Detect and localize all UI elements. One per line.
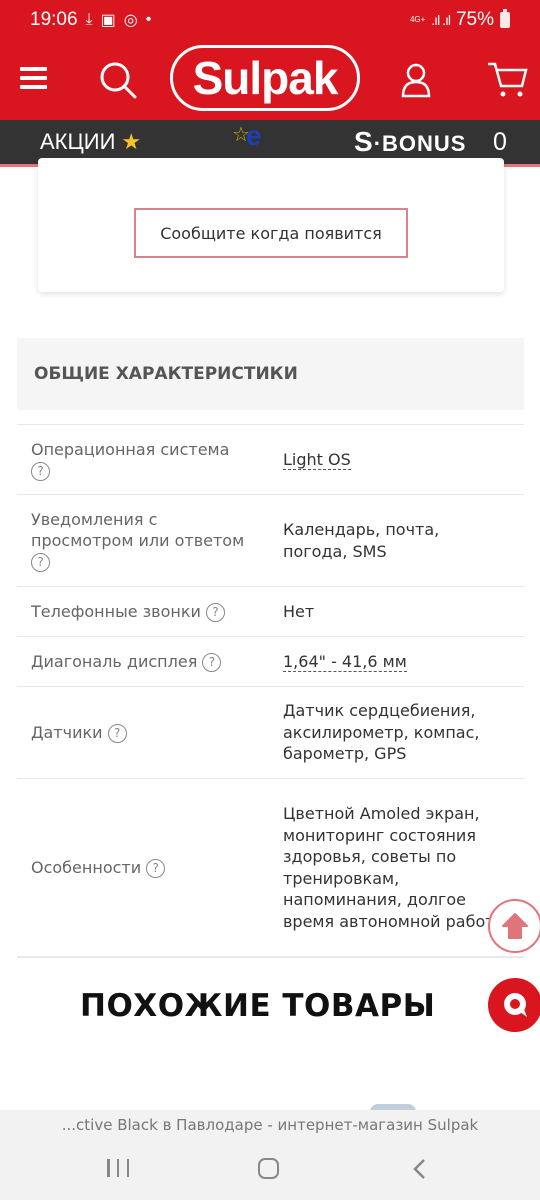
e-letter-icon: e [246,120,262,151]
signal-icon: .ıl .ıl [431,12,451,28]
table-row: Особенности ? Цветной Amoled экран, мони… [17,778,524,956]
image-icon: ▣ [100,12,116,29]
status-time: 19:06 [30,9,78,30]
status-bar: 19:06 ⤓ ▣ ◎ • 4G+ .ıl .ıl 75% [0,0,540,40]
spec-label-text: Датчики [31,723,103,742]
battery-level: 75% [455,9,494,30]
system-nav-bar [0,1140,540,1200]
recent-apps-button[interactable] [107,1159,129,1179]
battery-icon [500,9,510,28]
menu-icon[interactable] [20,67,47,91]
similar-products-title: ПОХОЖИЕ ТОВАРЫ [80,988,436,1024]
spec-label-text: Диагональ дисплея [31,652,198,671]
spec-value: Цветной Amoled экран, мониторинг состоян… [283,804,508,931]
spec-label: Телефонные звонки ? [17,601,283,622]
whatsapp-icon: ◎ [123,12,138,29]
help-icon[interactable]: ? [146,859,166,878]
arrow-up-icon [502,913,528,939]
spec-value-link[interactable]: 1,64" - 41,6 мм [283,651,407,672]
spec-label: Уведомления с просмотром или ответом ? [17,509,283,572]
promo-label: АКЦИИ [40,129,116,154]
table-row: Операционная система ? Light OS [17,424,524,494]
star-icon: ★ [121,129,142,154]
spec-label-text: Телефонные звонки [31,602,201,621]
sbonus-label: BONUS [382,131,467,156]
spec-value: Light OS [283,449,524,471]
scroll-top-button[interactable] [488,899,540,953]
spec-value: 1,64" - 41,6 мм [283,651,524,673]
download-icon: ⤓ [85,11,93,28]
site-header: Sulpak [0,40,540,120]
availability-card: Сообщите когда появится [38,158,504,292]
user-icon[interactable] [400,62,432,98]
spec-value-link[interactable]: Light OS [283,449,351,470]
help-icon[interactable]: ? [31,553,50,572]
sbonus-logo[interactable]: S · BONUS [354,126,466,158]
dot-icon: • [145,11,152,28]
table-row: Датчики ? Датчик сердцебиения, аксилиром… [17,686,524,778]
spec-value: Датчик сердцебиения, аксилирометр, компа… [283,701,480,764]
bonus-count: 0 [493,128,507,156]
cart-icon[interactable] [486,60,528,100]
help-icon[interactable]: ? [31,461,50,481]
search-icon[interactable] [98,60,138,100]
partner-logo[interactable]: ☆ e [232,120,276,162]
help-icon[interactable]: ? [205,603,225,622]
spec-label-text: Операционная система [31,439,230,459]
spec-label: Датчики ? [17,722,283,743]
sbonus-dot: · [373,131,382,156]
spec-label-text: Особенности [31,858,142,877]
spec-value: Нет [283,601,315,621]
section-title: ОБЩИЕ ХАРАКТЕРИСТИКИ [17,338,524,410]
table-row: Телефонные звонки ? Нет [17,586,524,636]
promo-link[interactable]: АКЦИИ ★ [40,129,141,155]
spec-label: Операционная система ? [17,439,283,481]
home-button[interactable] [258,1158,279,1179]
table-row: Диагональ дисплея ? 1,64" - 41,6 мм [17,636,524,686]
chat-button[interactable] [488,978,540,1032]
network-icon: 4G+ [409,15,426,24]
help-icon[interactable]: ? [107,724,127,743]
table-row: Уведомления с просмотром или ответом ? К… [17,494,524,586]
divider [17,956,524,958]
spec-label-text: Уведомления с просмотром или ответом [31,510,245,550]
back-button[interactable] [410,1157,430,1181]
chat-icon [504,993,527,1017]
notify-when-available-button[interactable]: Сообщите когда появится [134,208,408,258]
spec-value: Календарь, почта, погода, SMS [283,520,440,561]
sulpak-logo[interactable]: Sulpak [170,45,360,111]
help-icon[interactable]: ? [202,653,222,672]
sbonus-s: S [354,126,373,157]
spec-label: Особенности ? [17,857,283,878]
spec-label: Диагональ дисплея ? [17,651,283,672]
specs-table: Операционная система ? Light OS Уведомле… [17,424,524,958]
browser-page-title[interactable]: ...ctive Black в Павлодаре - интернет-ма… [0,1110,540,1140]
